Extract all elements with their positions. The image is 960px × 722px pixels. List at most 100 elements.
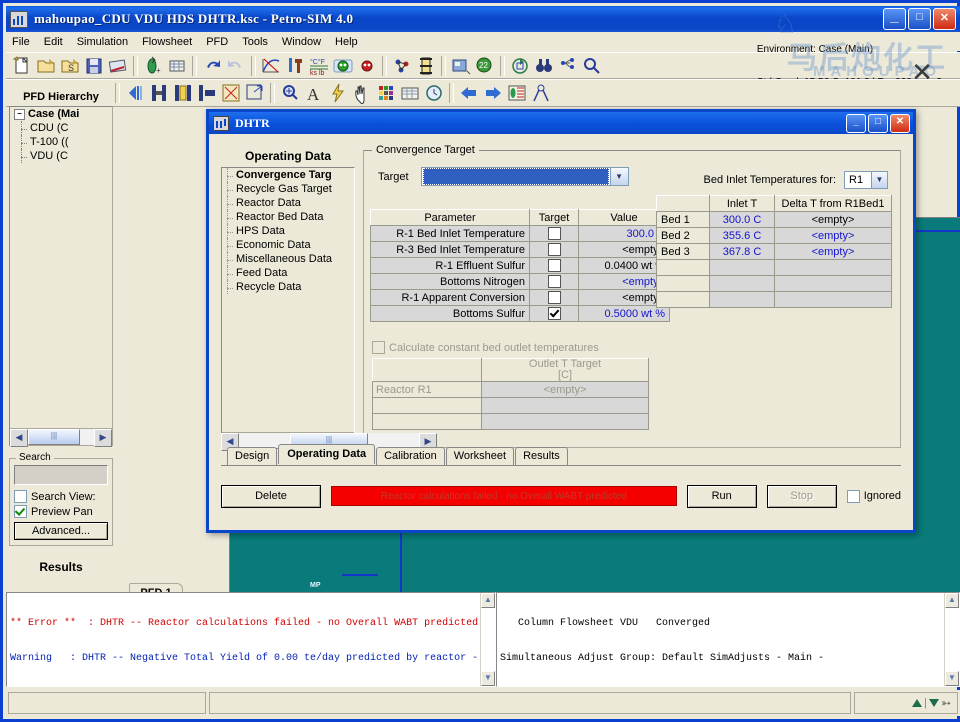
tree-node-t100[interactable]: T-100 (( bbox=[10, 135, 112, 149]
table-row[interactable] bbox=[656, 259, 892, 276]
param-target-checkbox[interactable] bbox=[547, 291, 561, 304]
distribute-icon[interactable] bbox=[172, 82, 194, 104]
param-target-checkbox[interactable] bbox=[547, 227, 561, 240]
menu-help[interactable]: Help bbox=[335, 36, 358, 48]
print-icon[interactable] bbox=[107, 55, 129, 77]
zoom-icon[interactable] bbox=[279, 82, 301, 104]
param-target-cell[interactable] bbox=[529, 289, 579, 306]
tree-scroll-left-button[interactable]: ◀ bbox=[10, 429, 28, 447]
text-tool-icon[interactable]: A bbox=[303, 82, 325, 104]
log-right-scroll-up-button[interactable]: ▲ bbox=[945, 593, 959, 608]
log-left-scrollbar[interactable]: ▲ ▼ bbox=[480, 593, 495, 686]
tree-horizontal-scrollbar[interactable]: ◀ ||| ▶ bbox=[10, 428, 112, 447]
pan-hand-icon[interactable] bbox=[351, 82, 373, 105]
param-target-checkbox[interactable] bbox=[547, 243, 561, 256]
tools-icon[interactable] bbox=[284, 55, 306, 77]
forward-arrow-icon[interactable] bbox=[482, 82, 504, 104]
tree-node-cdu[interactable]: CDU (C bbox=[10, 121, 112, 135]
tab-calibration[interactable]: Calibration bbox=[376, 447, 445, 465]
bed-inlet-t[interactable]: 367.8 C bbox=[709, 243, 775, 260]
sidebar-item-reactor-data[interactable]: Reactor Data bbox=[222, 196, 354, 210]
table-row[interactable]: Bottoms Nitrogen <empty> bbox=[370, 273, 670, 290]
sidebar-list[interactable]: Convergence Targ Recycle Gas Target Reac… bbox=[221, 167, 355, 450]
save-as-icon[interactable]: S bbox=[59, 55, 81, 77]
table-row[interactable]: R-1 Apparent Conversion <empty> bbox=[370, 289, 670, 306]
sidebar-item-recycle-gas-target[interactable]: Recycle Gas Target bbox=[222, 182, 354, 196]
save-icon[interactable] bbox=[83, 55, 105, 77]
target-combobox-value[interactable] bbox=[422, 168, 609, 185]
sidebar-item-miscellaneous-data[interactable]: Miscellaneous Data bbox=[222, 252, 354, 266]
log-right-scrollbar[interactable]: ▲ ▼ bbox=[944, 593, 959, 686]
back-arrow-icon[interactable] bbox=[458, 82, 480, 104]
snap-icon[interactable] bbox=[220, 82, 242, 104]
param-target-cell[interactable] bbox=[529, 241, 579, 258]
bed-inlet-t[interactable] bbox=[709, 259, 775, 276]
menu-tools[interactable]: Tools bbox=[242, 36, 268, 48]
object-navigator-icon[interactable] bbox=[557, 55, 579, 77]
tree-node-case[interactable]: − Case (Mai bbox=[10, 107, 112, 121]
menu-flowsheet[interactable]: Flowsheet bbox=[142, 36, 192, 48]
ignored-row[interactable]: Ignored bbox=[846, 489, 901, 503]
green-solver-icon[interactable] bbox=[332, 55, 354, 77]
bed-delta-t[interactable] bbox=[774, 275, 892, 292]
align-left-icon[interactable] bbox=[196, 82, 218, 104]
table-row[interactable]: Bed 3 367.8 C <empty> bbox=[656, 243, 892, 260]
sidebar-item-recycle-data[interactable]: Recycle Data bbox=[222, 280, 354, 294]
column-icon[interactable] bbox=[415, 55, 437, 77]
search-views-row[interactable]: Search View: bbox=[14, 490, 108, 503]
menu-edit[interactable]: Edit bbox=[44, 36, 63, 48]
parameter-table[interactable]: Parameter Target Value R-1 Bed Inlet Tem… bbox=[370, 209, 670, 322]
tab-operating-data[interactable]: Operating Data bbox=[278, 444, 376, 464]
param-target-checkbox[interactable] bbox=[547, 259, 561, 272]
databook-icon[interactable] bbox=[166, 55, 188, 77]
chevron-down-icon[interactable]: ▼ bbox=[871, 172, 887, 188]
magnifier-icon[interactable] bbox=[581, 55, 603, 77]
table-row[interactable]: Bed 2 355.6 C <empty> bbox=[656, 227, 892, 244]
table-row[interactable] bbox=[656, 275, 892, 292]
menu-file[interactable]: File bbox=[12, 36, 30, 48]
trace-window-right[interactable]: Column Flowsheet VDU Converged Simultane… bbox=[496, 592, 960, 687]
plot-icon[interactable] bbox=[260, 55, 282, 77]
align-horizontal-icon[interactable] bbox=[148, 82, 170, 104]
preview-pane-row[interactable]: Preview Pan bbox=[14, 505, 108, 518]
bed-delta-t[interactable] bbox=[774, 291, 892, 308]
tab-design[interactable]: Design bbox=[227, 447, 278, 465]
preview-pane-checkbox[interactable] bbox=[14, 505, 27, 518]
param-target-checkbox[interactable] bbox=[547, 275, 561, 288]
table-row[interactable] bbox=[656, 291, 892, 308]
new-case-icon[interactable] bbox=[11, 55, 33, 77]
lightning-icon[interactable] bbox=[327, 82, 349, 104]
component-icon[interactable] bbox=[391, 55, 413, 77]
delete-button[interactable]: Delete bbox=[221, 484, 321, 508]
table-row[interactable]: Bottoms Sulfur 0.5000 wt % bbox=[370, 305, 670, 322]
param-target-cell[interactable] bbox=[529, 273, 579, 290]
undo-icon[interactable] bbox=[201, 55, 223, 77]
red-solver-icon[interactable] bbox=[356, 55, 378, 77]
search-input[interactable] bbox=[14, 465, 108, 485]
param-target-cell[interactable] bbox=[529, 257, 579, 274]
keypad-icon[interactable] bbox=[399, 82, 421, 104]
dialog-close-button[interactable]: ✕ bbox=[890, 113, 910, 133]
menu-pfd[interactable]: PFD bbox=[206, 36, 228, 48]
fluid-package-icon[interactable] bbox=[450, 55, 472, 77]
target-combobox[interactable]: ▼ bbox=[420, 167, 629, 186]
bed-inlet-t[interactable]: 300.0 C bbox=[709, 211, 775, 228]
bed-inlet-reactor-selector[interactable]: R1 ▼ bbox=[844, 171, 888, 189]
sidebar-item-convergence-target[interactable]: Convergence Targ bbox=[222, 168, 354, 182]
bed-delta-t[interactable]: <empty> bbox=[774, 243, 892, 260]
prev-page-icon[interactable] bbox=[124, 82, 146, 104]
run-button[interactable]: Run bbox=[686, 484, 757, 508]
palette-icon[interactable] bbox=[375, 82, 397, 104]
open-case-icon[interactable] bbox=[35, 55, 57, 77]
resize-icon[interactable] bbox=[244, 82, 266, 104]
pfd-hierarchy-tree[interactable]: − Case (Mai CDU (C T-100 (( VDU (C ◀ ||| … bbox=[9, 106, 113, 447]
log-right-scroll-down-button[interactable]: ▼ bbox=[945, 671, 959, 686]
tab-worksheet[interactable]: Worksheet bbox=[445, 447, 515, 465]
tree-expander-icon[interactable]: − bbox=[14, 108, 25, 120]
bed-inlet-t[interactable]: 355.6 C bbox=[709, 227, 775, 244]
sidebar-item-reactor-bed-data[interactable]: Reactor Bed Data bbox=[222, 210, 354, 224]
bed-inlet-t[interactable] bbox=[709, 291, 775, 308]
search-views-checkbox[interactable] bbox=[14, 490, 27, 503]
log-left-scroll-down-button[interactable]: ▼ bbox=[481, 671, 495, 686]
table-row[interactable]: R-3 Bed Inlet Temperature <empty> bbox=[370, 241, 670, 258]
